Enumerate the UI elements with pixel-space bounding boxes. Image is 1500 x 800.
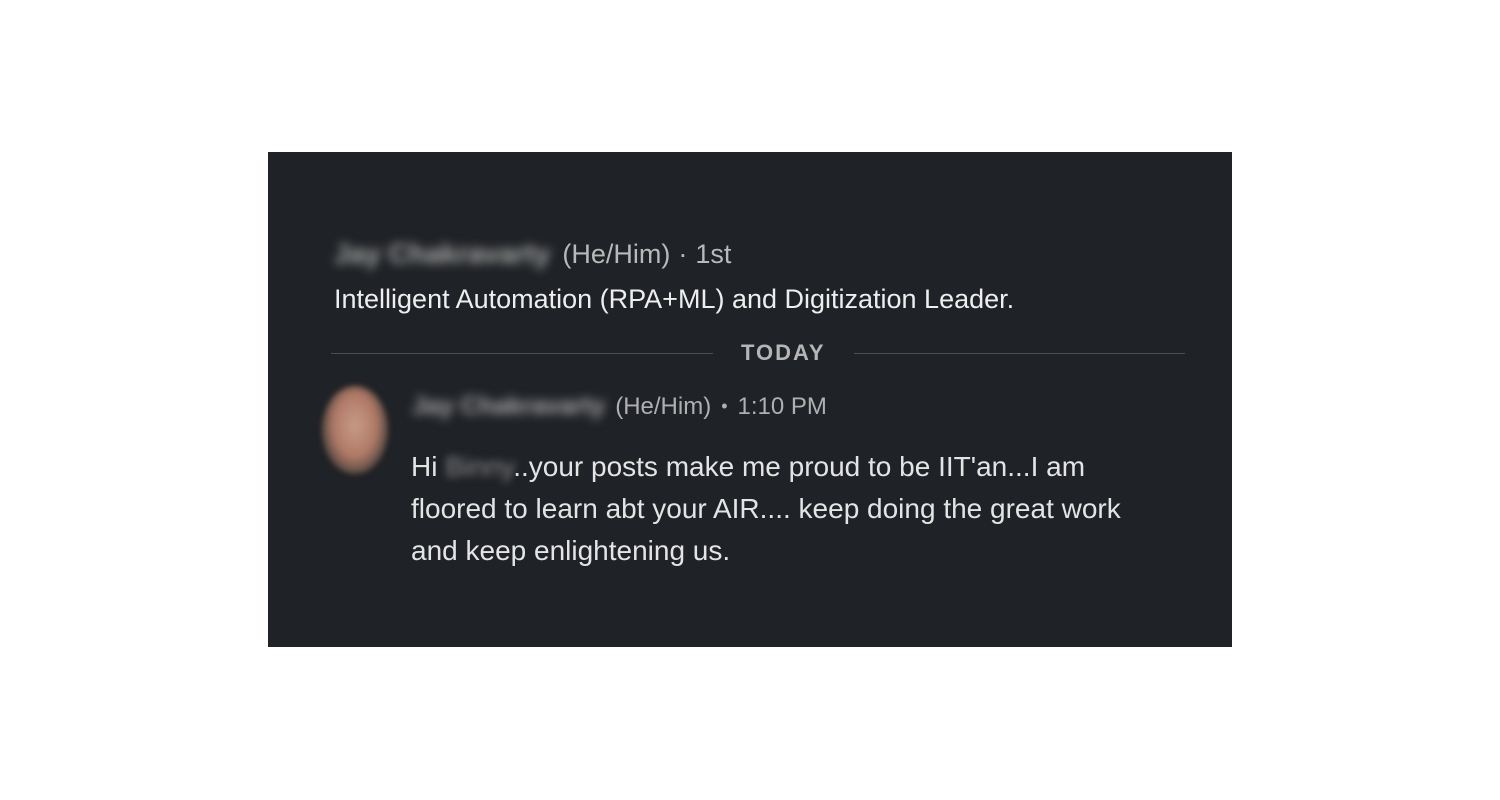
meta-bullet: •: [721, 396, 728, 416]
profile-header: Jay Chakravarty (He/Him) · 1st Intellige…: [334, 236, 1194, 315]
message-timestamp: 1:10 PM: [737, 392, 827, 420]
avatar[interactable]: [322, 386, 388, 474]
sender-pronouns: (He/Him): [615, 392, 712, 420]
divider-rule-left: [331, 352, 713, 354]
message-greeting: Hi: [411, 451, 438, 482]
recipient-name: Binny: [445, 451, 514, 482]
sender-name-link[interactable]: Jay Chakravarty: [412, 392, 605, 421]
date-divider-label: TODAY: [741, 340, 826, 365]
profile-name-line: Jay Chakravarty (He/Him) · 1st: [334, 236, 1194, 272]
divider-rule-right: [853, 352, 1185, 354]
conversation-panel: Jay Chakravarty (He/Him) · 1st Intellige…: [268, 152, 1232, 647]
date-divider: TODAY: [331, 338, 1185, 368]
profile-headline: Intelligent Automation (RPA+ML) and Digi…: [334, 284, 1015, 314]
profile-pronouns: (He/Him): [562, 238, 671, 269]
message-body: Hi Binny..your posts make me proud to be…: [411, 446, 1171, 572]
message-text: ..your posts make me proud to be IIT'an.…: [411, 451, 1121, 566]
connection-separator: ·: [678, 238, 688, 269]
message-meta: Jay Chakravarty (He/Him) • 1:10 PM: [412, 392, 827, 421]
connection-degree: 1st: [695, 238, 732, 269]
profile-name-link[interactable]: Jay Chakravarty: [334, 238, 550, 270]
